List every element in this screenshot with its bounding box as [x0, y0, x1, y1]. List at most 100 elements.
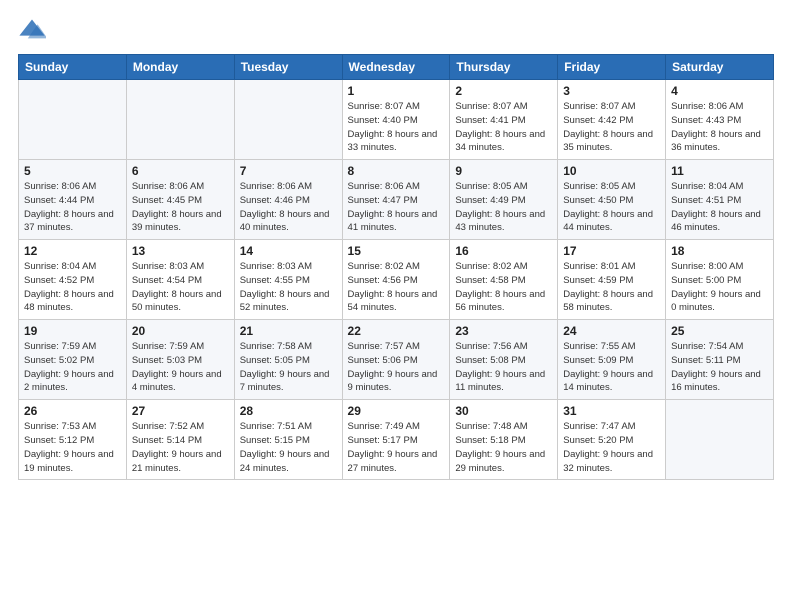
calendar-cell: 1Sunrise: 8:07 AM Sunset: 4:40 PM Daylig… — [342, 80, 450, 160]
day-info: Sunrise: 7:52 AM Sunset: 5:14 PM Dayligh… — [132, 420, 229, 475]
day-info: Sunrise: 7:56 AM Sunset: 5:08 PM Dayligh… — [455, 340, 552, 395]
day-number: 6 — [132, 164, 229, 178]
day-info: Sunrise: 8:03 AM Sunset: 4:55 PM Dayligh… — [240, 260, 337, 315]
day-info: Sunrise: 7:57 AM Sunset: 5:06 PM Dayligh… — [348, 340, 445, 395]
day-number: 27 — [132, 404, 229, 418]
day-info: Sunrise: 7:47 AM Sunset: 5:20 PM Dayligh… — [563, 420, 660, 475]
day-info: Sunrise: 8:06 AM Sunset: 4:45 PM Dayligh… — [132, 180, 229, 235]
logo-icon — [18, 16, 46, 44]
day-number: 28 — [240, 404, 337, 418]
calendar-cell — [126, 80, 234, 160]
weekday-header-sunday: Sunday — [19, 55, 127, 80]
weekday-header-tuesday: Tuesday — [234, 55, 342, 80]
calendar-week-row: 1Sunrise: 8:07 AM Sunset: 4:40 PM Daylig… — [19, 80, 774, 160]
day-info: Sunrise: 8:01 AM Sunset: 4:59 PM Dayligh… — [563, 260, 660, 315]
calendar-cell: 10 Sunrise: 8:05 AM Sunset: 4:50 PM Dayli… — [558, 160, 666, 240]
day-number: 12 — [24, 244, 121, 258]
day-number: 11 — [671, 164, 768, 178]
day-info: Sunrise: 7:59 AM Sunset: 5:02 PM Dayligh… — [24, 340, 121, 395]
day-number: 8 — [348, 164, 445, 178]
day-info: Sunrise: 8:06 AM Sunset: 4:47 PM Dayligh… — [348, 180, 445, 235]
day-number: 2 — [455, 84, 552, 98]
weekday-header-friday: Friday — [558, 55, 666, 80]
day-number: 20 — [132, 324, 229, 338]
calendar-cell: 14 Sunrise: 8:03 AM Sunset: 4:55 PM Dayli… — [234, 240, 342, 320]
logo — [18, 16, 50, 44]
calendar-cell — [666, 400, 774, 480]
calendar-week-row: 12Sunrise: 8:04 AM Sunset: 4:52 PM Dayli… — [19, 240, 774, 320]
calendar-cell: 8 Sunrise: 8:06 AM Sunset: 4:47 PM Daylig… — [342, 160, 450, 240]
day-number: 21 — [240, 324, 337, 338]
calendar-cell: 6 Sunrise: 8:06 AM Sunset: 4:45 PM Daylig… — [126, 160, 234, 240]
day-number: 14 — [240, 244, 337, 258]
calendar-cell — [19, 80, 127, 160]
day-info: Sunrise: 8:02 AM Sunset: 4:56 PM Dayligh… — [348, 260, 445, 315]
calendar-cell: 28 Sunrise: 7:51 AM Sunset: 5:15 PM Dayli… — [234, 400, 342, 480]
calendar-cell: 20 Sunrise: 7:59 AM Sunset: 5:03 PM Dayli… — [126, 320, 234, 400]
calendar-cell: 25 Sunrise: 7:54 AM Sunset: 5:11 PM Dayli… — [666, 320, 774, 400]
day-info: Sunrise: 8:03 AM Sunset: 4:54 PM Dayligh… — [132, 260, 229, 315]
calendar-cell: 2 Sunrise: 8:07 AM Sunset: 4:41 PM Daylig… — [450, 80, 558, 160]
day-number: 13 — [132, 244, 229, 258]
day-info: Sunrise: 7:59 AM Sunset: 5:03 PM Dayligh… — [132, 340, 229, 395]
calendar-cell: 4 Sunrise: 8:06 AM Sunset: 4:43 PM Daylig… — [666, 80, 774, 160]
day-number: 30 — [455, 404, 552, 418]
day-number: 25 — [671, 324, 768, 338]
calendar-cell: 15 Sunrise: 8:02 AM Sunset: 4:56 PM Dayli… — [342, 240, 450, 320]
calendar-cell: 16Sunrise: 8:02 AM Sunset: 4:58 PM Dayli… — [450, 240, 558, 320]
calendar-cell: 24 Sunrise: 7:55 AM Sunset: 5:09 PM Dayli… — [558, 320, 666, 400]
weekday-header-thursday: Thursday — [450, 55, 558, 80]
day-number: 23 — [455, 324, 552, 338]
weekday-header-wednesday: Wednesday — [342, 55, 450, 80]
day-number: 7 — [240, 164, 337, 178]
calendar-cell: 31Sunrise: 7:47 AM Sunset: 5:20 PM Dayli… — [558, 400, 666, 480]
day-info: Sunrise: 8:07 AM Sunset: 4:42 PM Dayligh… — [563, 100, 660, 155]
weekday-header-row: SundayMondayTuesdayWednesdayThursdayFrid… — [19, 55, 774, 80]
calendar-week-row: 26 Sunrise: 7:53 AM Sunset: 5:12 PM Dayli… — [19, 400, 774, 480]
calendar-week-row: 19 Sunrise: 7:59 AM Sunset: 5:02 PM Dayli… — [19, 320, 774, 400]
calendar-cell: 9 Sunrise: 8:05 AM Sunset: 4:49 PM Daylig… — [450, 160, 558, 240]
day-number: 17 — [563, 244, 660, 258]
weekday-header-monday: Monday — [126, 55, 234, 80]
day-info: Sunrise: 8:02 AM Sunset: 4:58 PM Dayligh… — [455, 260, 552, 315]
calendar-cell: 19 Sunrise: 7:59 AM Sunset: 5:02 PM Dayli… — [19, 320, 127, 400]
calendar-cell: 26 Sunrise: 7:53 AM Sunset: 5:12 PM Dayli… — [19, 400, 127, 480]
day-info: Sunrise: 8:05 AM Sunset: 4:49 PM Dayligh… — [455, 180, 552, 235]
day-number: 5 — [24, 164, 121, 178]
day-info: Sunrise: 7:51 AM Sunset: 5:15 PM Dayligh… — [240, 420, 337, 475]
day-info: Sunrise: 7:55 AM Sunset: 5:09 PM Dayligh… — [563, 340, 660, 395]
day-number: 9 — [455, 164, 552, 178]
calendar-cell: 18Sunrise: 8:00 AM Sunset: 5:00 PM Dayli… — [666, 240, 774, 320]
day-number: 19 — [24, 324, 121, 338]
day-info: Sunrise: 7:54 AM Sunset: 5:11 PM Dayligh… — [671, 340, 768, 395]
day-number: 4 — [671, 84, 768, 98]
day-number: 18 — [671, 244, 768, 258]
day-info: Sunrise: 8:06 AM Sunset: 4:44 PM Dayligh… — [24, 180, 121, 235]
day-info: Sunrise: 8:06 AM Sunset: 4:43 PM Dayligh… — [671, 100, 768, 155]
calendar-cell: 5 Sunrise: 8:06 AM Sunset: 4:44 PM Daylig… — [19, 160, 127, 240]
calendar-cell: 3 Sunrise: 8:07 AM Sunset: 4:42 PM Daylig… — [558, 80, 666, 160]
day-info: Sunrise: 8:06 AM Sunset: 4:46 PM Dayligh… — [240, 180, 337, 235]
calendar-cell: 30Sunrise: 7:48 AM Sunset: 5:18 PM Dayli… — [450, 400, 558, 480]
day-info: Sunrise: 8:04 AM Sunset: 4:51 PM Dayligh… — [671, 180, 768, 235]
day-number: 15 — [348, 244, 445, 258]
day-info: Sunrise: 7:53 AM Sunset: 5:12 PM Dayligh… — [24, 420, 121, 475]
day-number: 1 — [348, 84, 445, 98]
calendar-cell: 11 Sunrise: 8:04 AM Sunset: 4:51 PM Dayli… — [666, 160, 774, 240]
day-number: 29 — [348, 404, 445, 418]
day-info: Sunrise: 8:05 AM Sunset: 4:50 PM Dayligh… — [563, 180, 660, 235]
day-number: 10 — [563, 164, 660, 178]
calendar-cell: 7 Sunrise: 8:06 AM Sunset: 4:46 PM Daylig… — [234, 160, 342, 240]
calendar-cell: 27 Sunrise: 7:52 AM Sunset: 5:14 PM Dayli… — [126, 400, 234, 480]
header — [18, 16, 774, 44]
weekday-header-saturday: Saturday — [666, 55, 774, 80]
calendar-table: SundayMondayTuesdayWednesdayThursdayFrid… — [18, 54, 774, 480]
day-number: 24 — [563, 324, 660, 338]
day-number: 26 — [24, 404, 121, 418]
calendar-cell: 13 Sunrise: 8:03 AM Sunset: 4:54 PM Dayli… — [126, 240, 234, 320]
calendar-cell: 21Sunrise: 7:58 AM Sunset: 5:05 PM Dayli… — [234, 320, 342, 400]
day-number: 3 — [563, 84, 660, 98]
day-info: Sunrise: 8:07 AM Sunset: 4:41 PM Dayligh… — [455, 100, 552, 155]
calendar-cell: 12Sunrise: 8:04 AM Sunset: 4:52 PM Dayli… — [19, 240, 127, 320]
calendar-cell — [234, 80, 342, 160]
